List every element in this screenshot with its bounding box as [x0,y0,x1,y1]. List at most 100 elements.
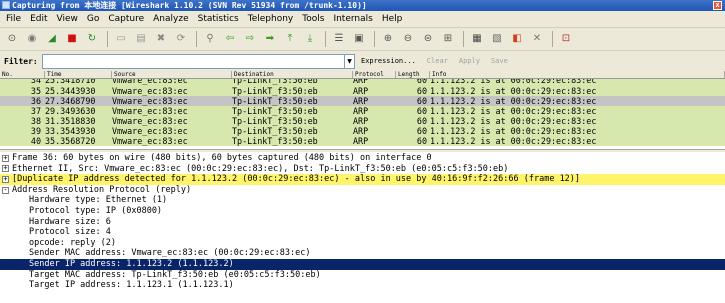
expand-icon[interactable]: + [2,175,9,183]
packet-row[interactable]: 38 31.3518830 Vmware_ec:83:ec Tp-LinkT_f3:5… [0,116,725,126]
reload-icon[interactable]: ⟳ [172,30,190,48]
packet-row[interactable]: 34 25.3418710 Vmware_ec:83:ec Tp-LinkT_f3:5… [0,79,725,86]
arp-field-row[interactable]: opcode: reply (2) [0,238,725,249]
auto-scroll-icon[interactable]: ▣ [350,30,368,48]
toolbar-separator [196,31,197,47]
cell-info: 1.1.123.2 is at 00:0c:29:ec:83:ec [430,106,597,116]
tree-item-ethernet[interactable]: + Ethernet II, Src: Vmware_ec:83:ec (00:0… [0,164,725,175]
menu-internals[interactable]: Internals [330,14,378,24]
expression-button[interactable]: Expression... [361,57,416,65]
column-header-time[interactable]: Time [45,71,112,78]
arp-field-label: Target IP address: 1.1.123.1 (1.1.123.1) [29,280,234,291]
arp-field-row[interactable]: Target IP address: 1.1.123.1 (1.1.123.1) [0,280,725,291]
arp-fields: Hardware type: Ethernet (1) Protocol type… [0,195,725,290]
packet-rows: 34 25.3418710 Vmware_ec:83:ec Tp-LinkT_f3:5… [0,79,725,146]
start-capture-icon[interactable]: ◢ [43,30,61,48]
toolbar-separator [463,31,464,47]
tree-item-frame[interactable]: + Frame 36: 60 bytes on wire (480 bits), … [0,153,725,164]
menu-capture[interactable]: Capture [105,14,150,24]
packet-row[interactable]: 40 35.3568720 Vmware_ec:83:ec Tp-LinkT_f3:5… [0,136,725,146]
go-last-icon[interactable]: ⤓ [301,30,319,48]
packet-row[interactable]: 37 29.3493630 Vmware_ec:83:ec Tp-LinkT_f3:5… [0,106,725,116]
filter-label: Filter: [4,56,38,66]
help-icon[interactable]: ⊡ [557,30,575,48]
filter-toolbar: Filter: ▼ Expression... Clear Apply Save [0,50,725,71]
packet-row[interactable]: 39 33.3543930 Vmware_ec:83:ec Tp-LinkT_f3:5… [0,126,725,136]
column-header-length[interactable]: Length [396,71,430,78]
colorize-icon[interactable]: ☰ [330,30,348,48]
restart-capture-icon[interactable]: ↻ [83,30,101,48]
cell-protocol: ARP [353,86,369,96]
arp-field-row[interactable]: Hardware size: 6 [0,217,725,228]
save-button[interactable]: Save [491,57,508,65]
open-file-icon[interactable]: ▭ [112,30,130,48]
cell-info: 1.1.123.2 is at 00:0c:29:ec:83:ec [430,86,597,96]
cell-no: 34 [30,79,41,85]
expand-icon[interactable]: + [2,154,9,162]
packet-row[interactable]: 35 25.3443930 Vmware_ec:83:ec Tp-LinkT_f3:5… [0,86,725,96]
menu-file[interactable]: File [3,14,27,24]
arp-field-row[interactable]: Sender IP address: 1.1.123.2 (1.1.123.2) [0,258,725,270]
cell-no: 37 [30,106,41,116]
tree-item-arp[interactable]: - Address Resolution Protocol (reply) [0,185,725,196]
zoom-normal-icon[interactable]: ⊜ [419,30,437,48]
menu-help[interactable]: Help [379,14,409,24]
column-header-source[interactable]: Source [112,71,232,78]
preferences-icon[interactable]: ✕ [528,30,546,48]
display-filters-icon[interactable]: ▧ [488,30,506,48]
cell-length: 60 [416,106,427,116]
filter-history-dropdown[interactable]: ▼ [345,53,355,69]
cell-protocol: ARP [353,116,369,126]
arp-field-row[interactable]: Sender MAC address: Vmware_ec:83:ec (00:… [0,248,725,259]
save-file-icon[interactable]: ▤ [132,30,150,48]
main-toolbar: ⊙ ◉ ◢ ■ ↻ ▭ ▤ ✖ ⟳ ⚲ ⇦ ⇨ ➡ ⤒ ⤓ ☰ ▣ ⊕ ⊖ ⊜ … [0,27,725,50]
toolbar-separator [374,31,375,47]
cell-protocol: ARP [353,106,369,116]
expand-icon[interactable]: + [2,165,9,173]
arp-field-row[interactable]: Hardware type: Ethernet (1) [0,195,725,206]
interface-list-icon[interactable]: ⊙ [3,30,21,48]
go-back-icon[interactable]: ⇦ [221,30,239,48]
coloring-rules-icon[interactable]: ◧ [508,30,526,48]
arp-field-label: Sender MAC address: Vmware_ec:83:ec (00:… [29,248,311,259]
column-header-info[interactable]: Info [430,71,725,78]
arp-field-row[interactable]: Protocol type: IP (0x0800) [0,206,725,217]
go-to-packet-icon[interactable]: ➡ [261,30,279,48]
cell-destination: Tp-LinkT_f3:50:eb [232,79,318,85]
arp-field-row[interactable]: Protocol size: 4 [0,227,725,238]
column-header-destination[interactable]: Destination [232,71,353,78]
menu-edit[interactable]: Edit [27,14,53,24]
packet-row[interactable]: 36 27.3468790 Vmware_ec:83:ec Tp-LinkT_f3:5… [0,96,725,106]
tree-item-duplicate-ip-warning[interactable]: + [Duplicate IP address detected for 1.1.… [0,174,725,185]
menu-view[interactable]: View [54,14,84,24]
menu-go[interactable]: Go [84,14,105,24]
find-packet-icon[interactable]: ⚲ [201,30,219,48]
cell-source: Vmware_ec:83:ec [112,106,188,116]
tree-item-label: [Duplicate IP address detected for 1.1.1… [12,174,581,185]
column-header-no[interactable]: No. [0,71,45,78]
capture-options-icon[interactable]: ◉ [23,30,41,48]
zoom-out-icon[interactable]: ⊖ [399,30,417,48]
filter-input[interactable] [42,53,345,69]
stop-capture-icon[interactable]: ■ [63,30,81,48]
close-window-button[interactable]: x [713,1,722,10]
menu-analyze[interactable]: Analyze [150,14,194,24]
clear-button[interactable]: Clear [427,57,448,65]
capture-filters-icon[interactable]: ▦ [468,30,486,48]
collapse-icon[interactable]: - [2,186,9,194]
arp-field-label: Protocol size: 4 [29,227,111,238]
apply-button[interactable]: Apply [459,57,480,65]
cell-length: 60 [416,116,427,126]
cell-time: 31.3518830 [45,116,96,126]
zoom-in-icon[interactable]: ⊕ [379,30,397,48]
go-first-icon[interactable]: ⤒ [281,30,299,48]
close-file-icon[interactable]: ✖ [152,30,170,48]
column-header-protocol[interactable]: Protocol [353,71,396,78]
resize-columns-icon[interactable]: ⊞ [439,30,457,48]
go-forward-icon[interactable]: ⇨ [241,30,259,48]
arp-field-row[interactable]: Target MAC address: Tp-LinkT_f3:50:eb (e… [0,270,725,281]
cell-protocol: ARP [353,136,369,146]
menu-tools[interactable]: Tools [299,14,330,24]
menu-telephony[interactable]: Telephony [245,14,300,24]
menu-statistics[interactable]: Statistics [195,14,245,24]
